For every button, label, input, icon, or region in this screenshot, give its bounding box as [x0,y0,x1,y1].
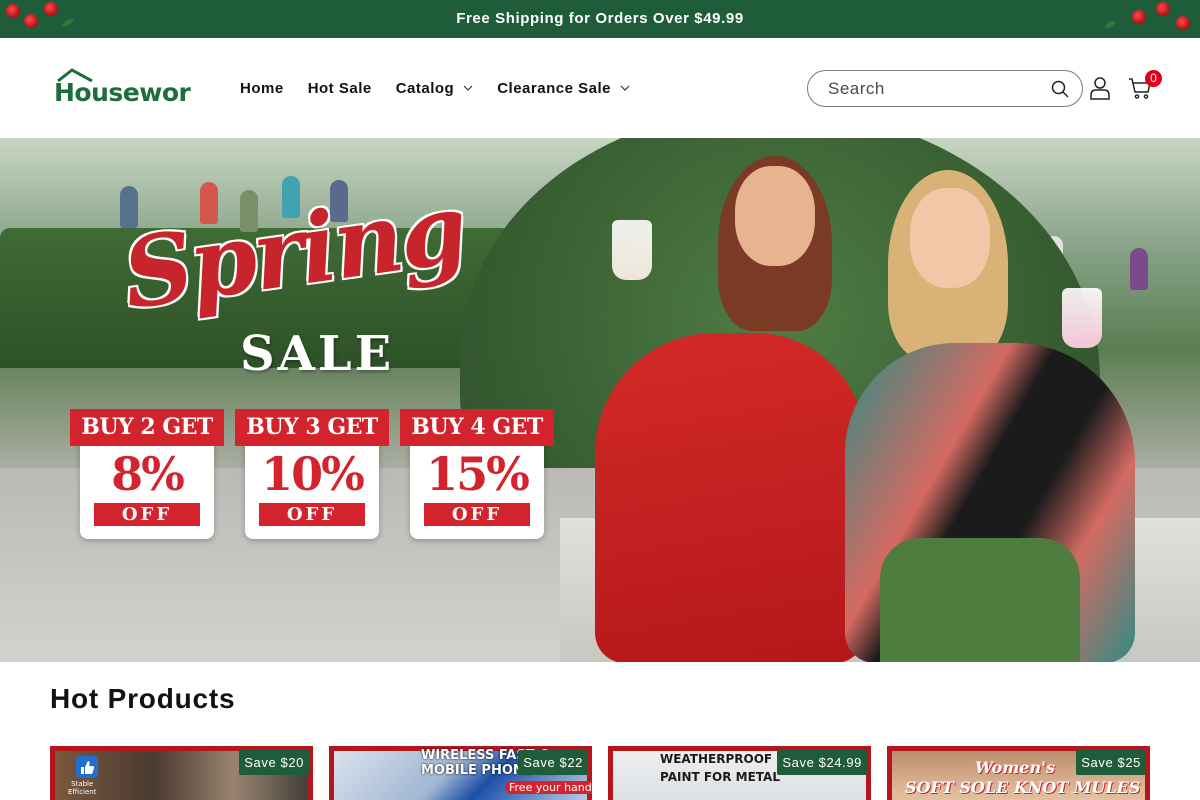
account-icon[interactable] [1089,76,1111,100]
cart-count-badge: 0 [1145,70,1162,87]
offer-off-label: OFF [424,503,530,526]
nav-clearance-sale-label: Clearance Sale [497,79,611,97]
product-image-text: Stable Efficient [68,780,97,796]
save-badge: Save $25 [1076,750,1146,775]
spring-sale-promo: Spring SALE BUY 2 GET 8% OFF BUY 3 GET 1… [70,171,560,548]
offer-buy-label: BUY 2 GET [70,409,224,446]
announcement-text: Free Shipping for Orders Over $49.99 [456,10,744,27]
main-nav: Home Hot Sale Catalog Clearance Sale [240,38,654,138]
drink-cup [1062,288,1102,348]
product-card[interactable]: Stable Efficient Save $20 [50,746,313,800]
site-header: Housewor Home Hot Sale Catalog Clearance… [0,38,1200,138]
nav-catalog[interactable]: Catalog [396,80,474,97]
offer-card: BUY 2 GET 8% OFF [70,409,224,539]
background-person [1130,248,1148,290]
model-face [735,166,815,266]
offer-card: BUY 4 GET 15% OFF [400,409,554,539]
save-badge: Save $22 [518,750,588,775]
store-logo[interactable]: Housewor [54,68,199,110]
save-badge: Save $20 [239,750,309,775]
promo-subheadline: SALE [240,326,395,382]
announcement-bar: Free Shipping for Orders Over $49.99 [0,0,1200,38]
nav-home-label: Home [240,79,284,97]
product-image-tag: Free your hands [505,781,592,794]
save-badge: Save $24.99 [777,750,867,775]
model-pants [880,538,1080,662]
chevron-down-icon [463,85,473,91]
offer-percent: 10% [261,447,365,501]
nav-clearance-sale[interactable]: Clearance Sale [497,80,630,97]
hero-banner[interactable]: Spring SALE BUY 2 GET 8% OFF BUY 3 GET 1… [0,138,1200,662]
nav-hot-sale-label: Hot Sale [307,79,372,97]
nav-catalog-label: Catalog [395,79,455,97]
offer-buy-label: BUY 3 GET [235,409,389,446]
search-input[interactable] [828,78,1043,99]
product-card[interactable]: WIRELESS FAST C MOBILE PHONE HO Free you… [329,746,592,800]
model-face [910,188,990,288]
offer-off-label: OFF [259,503,365,526]
offer-percent: 8% [111,447,185,501]
nav-home[interactable]: Home [240,80,284,97]
search-icon[interactable] [1050,79,1070,99]
model-red-dress [595,333,865,662]
chevron-down-icon [620,85,630,91]
offer-off-label: OFF [94,503,200,526]
product-card[interactable]: Women's SOFT SOLE KNOT MULES Save $25 [887,746,1150,800]
promo-headline: Spring [116,171,472,331]
section-title-hot-products: Hot Products [50,683,236,714]
search-box [807,70,1083,107]
nav-hot-sale[interactable]: Hot Sale [308,80,372,97]
logo-text: Housewor [54,78,191,107]
offer-percent: 15% [426,447,530,501]
offer-card: BUY 3 GET 10% OFF [235,409,389,539]
product-card[interactable]: WEATHERPROOF RUS PAINT FOR METAL Save $2… [608,746,871,800]
drink-cup [612,220,652,280]
offer-buy-label: BUY 4 GET [400,409,554,446]
thumbs-up-icon [76,756,98,778]
